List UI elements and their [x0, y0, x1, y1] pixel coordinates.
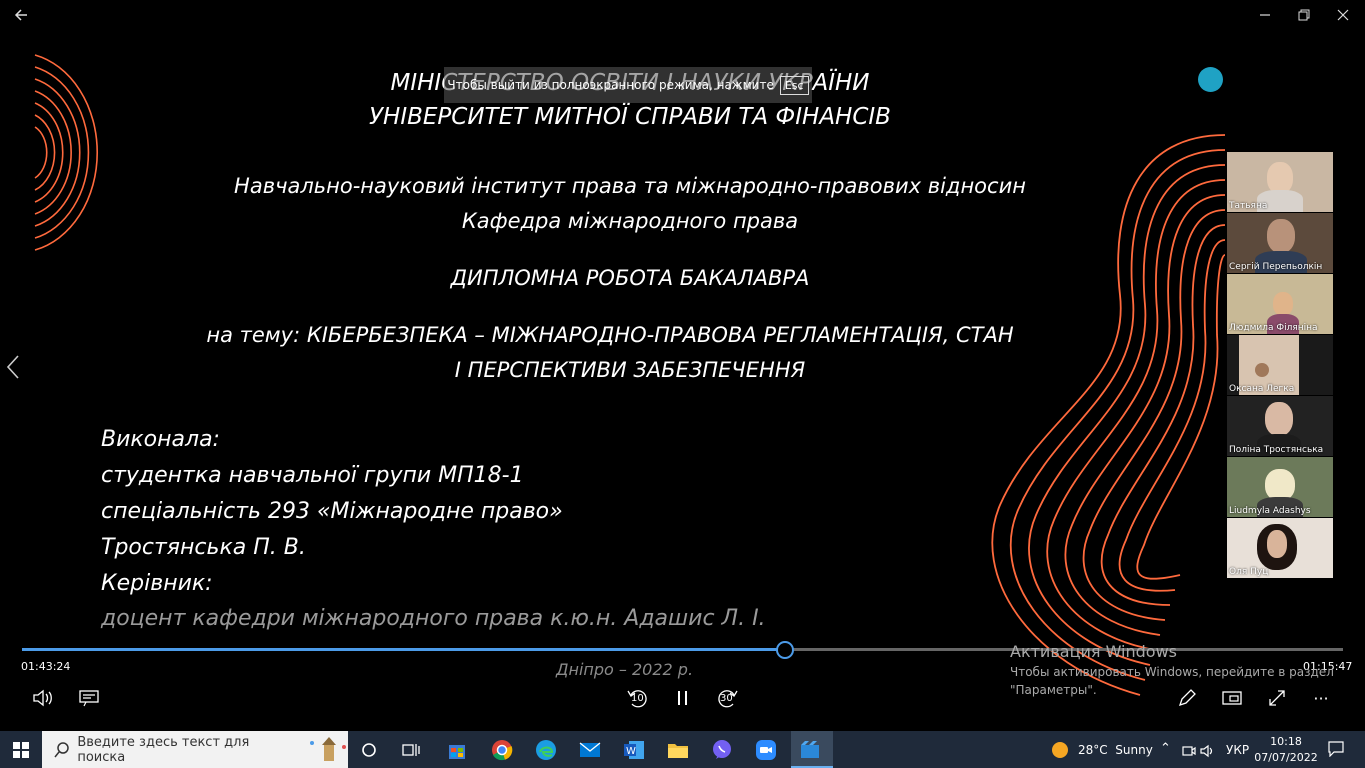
participant-tile[interactable]: Liudmyla Adashys — [1227, 457, 1333, 517]
clock-time[interactable]: 10:18 — [1258, 735, 1314, 748]
weather-text[interactable]: 28°C Sunny — [1078, 743, 1153, 757]
participant-name: Поліна Тростянська — [1229, 445, 1324, 455]
elapsed-time: 01:43:24 — [21, 660, 71, 673]
search-highlight-icon — [309, 736, 346, 761]
slide-topic-line2: І ПЕРСПЕКТИВИ ЗАБЕЗПЕЧЕННЯ — [454, 358, 806, 382]
slide-work-type: ДИПЛОМНА РОБОТА БАКАЛАВРА — [450, 266, 810, 290]
author-name: Тростянська П. В. — [101, 535, 306, 560]
cortana-icon[interactable] — [356, 737, 382, 763]
mail-icon[interactable] — [577, 737, 603, 763]
language-indicator[interactable]: УКР — [1226, 743, 1249, 757]
author-specialty: спеціальність 293 «Міжнародне право» — [101, 499, 563, 524]
taskbar-search-box[interactable]: Введите здесь текст для поиска — [42, 731, 348, 768]
fullscreen-icon[interactable] — [1264, 686, 1290, 710]
task-view-icon[interactable] — [398, 737, 424, 763]
seek-handle[interactable] — [776, 641, 794, 659]
notifications-icon[interactable] — [1328, 741, 1344, 761]
skip-back-icon[interactable]: 10 — [625, 686, 651, 710]
seek-bar-fill — [22, 648, 785, 651]
start-windows-icon[interactable] — [8, 737, 34, 763]
file-explorer-icon[interactable] — [665, 737, 691, 763]
participant-name: Людмила Філяніна — [1229, 323, 1318, 333]
edge-icon[interactable] — [533, 737, 559, 763]
volume-icon[interactable] — [30, 686, 56, 710]
svg-text:W: W — [626, 746, 636, 757]
skip-forward-label: 30 — [720, 693, 733, 704]
more-options-icon[interactable]: ··· — [1308, 686, 1334, 710]
pen-icon[interactable] — [1174, 686, 1200, 710]
word-icon[interactable]: W — [621, 737, 647, 763]
slide-department: Кафедра міжнародного права — [461, 209, 799, 233]
supervisor-name: доцент кафедри міжнародного права к.ю.н.… — [101, 606, 766, 631]
participant-name: Сергій Перепьолкін — [1229, 262, 1323, 272]
participant-name: Оксана Легка — [1229, 384, 1295, 394]
slide-title-university: УНІВЕРСИТЕТ МИТНОЇ СПРАВИ ТА ФІНАНСІВ — [369, 104, 891, 130]
captions-icon[interactable] — [76, 686, 102, 710]
author-label: Виконала: — [101, 427, 220, 452]
participant-tile[interactable]: Татьяна — [1227, 152, 1333, 212]
chrome-icon[interactable] — [489, 737, 515, 763]
search-placeholder: Введите здесь текст для поиска — [77, 734, 250, 765]
back-arrow-icon[interactable] — [10, 4, 32, 26]
previous-arrow-icon[interactable] — [4, 353, 22, 385]
clock-date[interactable]: 07/07/2022 — [1252, 751, 1320, 764]
weather-sun-icon[interactable] — [1052, 742, 1068, 758]
fullscreen-notice-text: Чтобы выйти из полноэкранного режима, на… — [447, 78, 774, 92]
search-icon — [54, 741, 69, 757]
movies-tv-icon[interactable] — [797, 737, 823, 763]
pause-icon[interactable] — [670, 686, 696, 710]
supervisor-label: Керівник: — [101, 571, 213, 596]
close-icon[interactable] — [1332, 4, 1354, 26]
participant-tile[interactable]: Поліна Тростянська — [1227, 396, 1333, 456]
taskbar: Введите здесь текст для поиска W 28°C Su… — [0, 731, 1365, 768]
fullscreen-exit-notice: Чтобы выйти из полноэкранного режима, на… — [444, 67, 812, 103]
mini-view-icon[interactable] — [1219, 686, 1245, 710]
city-year: Дніпро – 2022 р. — [556, 660, 694, 679]
skip-back-label: 10 — [631, 693, 644, 704]
esc-key-badge: Esc — [779, 75, 809, 95]
participant-name: Liudmyla Adashys — [1229, 506, 1311, 516]
slide-institute: Навчально-науковий інститут права та між… — [234, 174, 1026, 198]
activation-title: Активация Windows — [1010, 642, 1177, 661]
slide-topic-line1: на тему: КІБЕРБЕЗПЕКА – МІЖНАРОДНО-ПРАВО… — [206, 323, 1014, 347]
participant-tile[interactable]: Оля Пуц — [1227, 518, 1333, 578]
tray-volume-icon[interactable] — [1200, 743, 1216, 762]
zoom-icon[interactable] — [753, 737, 779, 763]
participant-name: Татьяна — [1229, 201, 1268, 211]
tray-device-icon[interactable] — [1182, 743, 1196, 762]
viber-icon[interactable] — [709, 737, 735, 763]
store-icon[interactable] — [444, 737, 470, 763]
minimize-icon[interactable] — [1254, 4, 1276, 26]
participant-tile[interactable]: Людмила Філяніна — [1227, 274, 1333, 334]
activation-line2: "Параметры". — [1010, 683, 1097, 697]
participant-name: Оля Пуц — [1229, 567, 1269, 577]
participant-tile[interactable]: Сергій Перепьолкін — [1227, 213, 1333, 273]
tray-chevron-icon[interactable]: ⌃ — [1160, 741, 1171, 756]
skip-forward-icon[interactable]: 30 — [714, 686, 740, 710]
participant-tile[interactable]: Оксана Легка — [1227, 335, 1333, 395]
restore-icon[interactable] — [1293, 4, 1315, 26]
activation-line1: Чтобы активировать Windows, перейдите в … — [1010, 665, 1334, 679]
author-group: студентка навчальної групи МП18-1 — [101, 463, 524, 488]
